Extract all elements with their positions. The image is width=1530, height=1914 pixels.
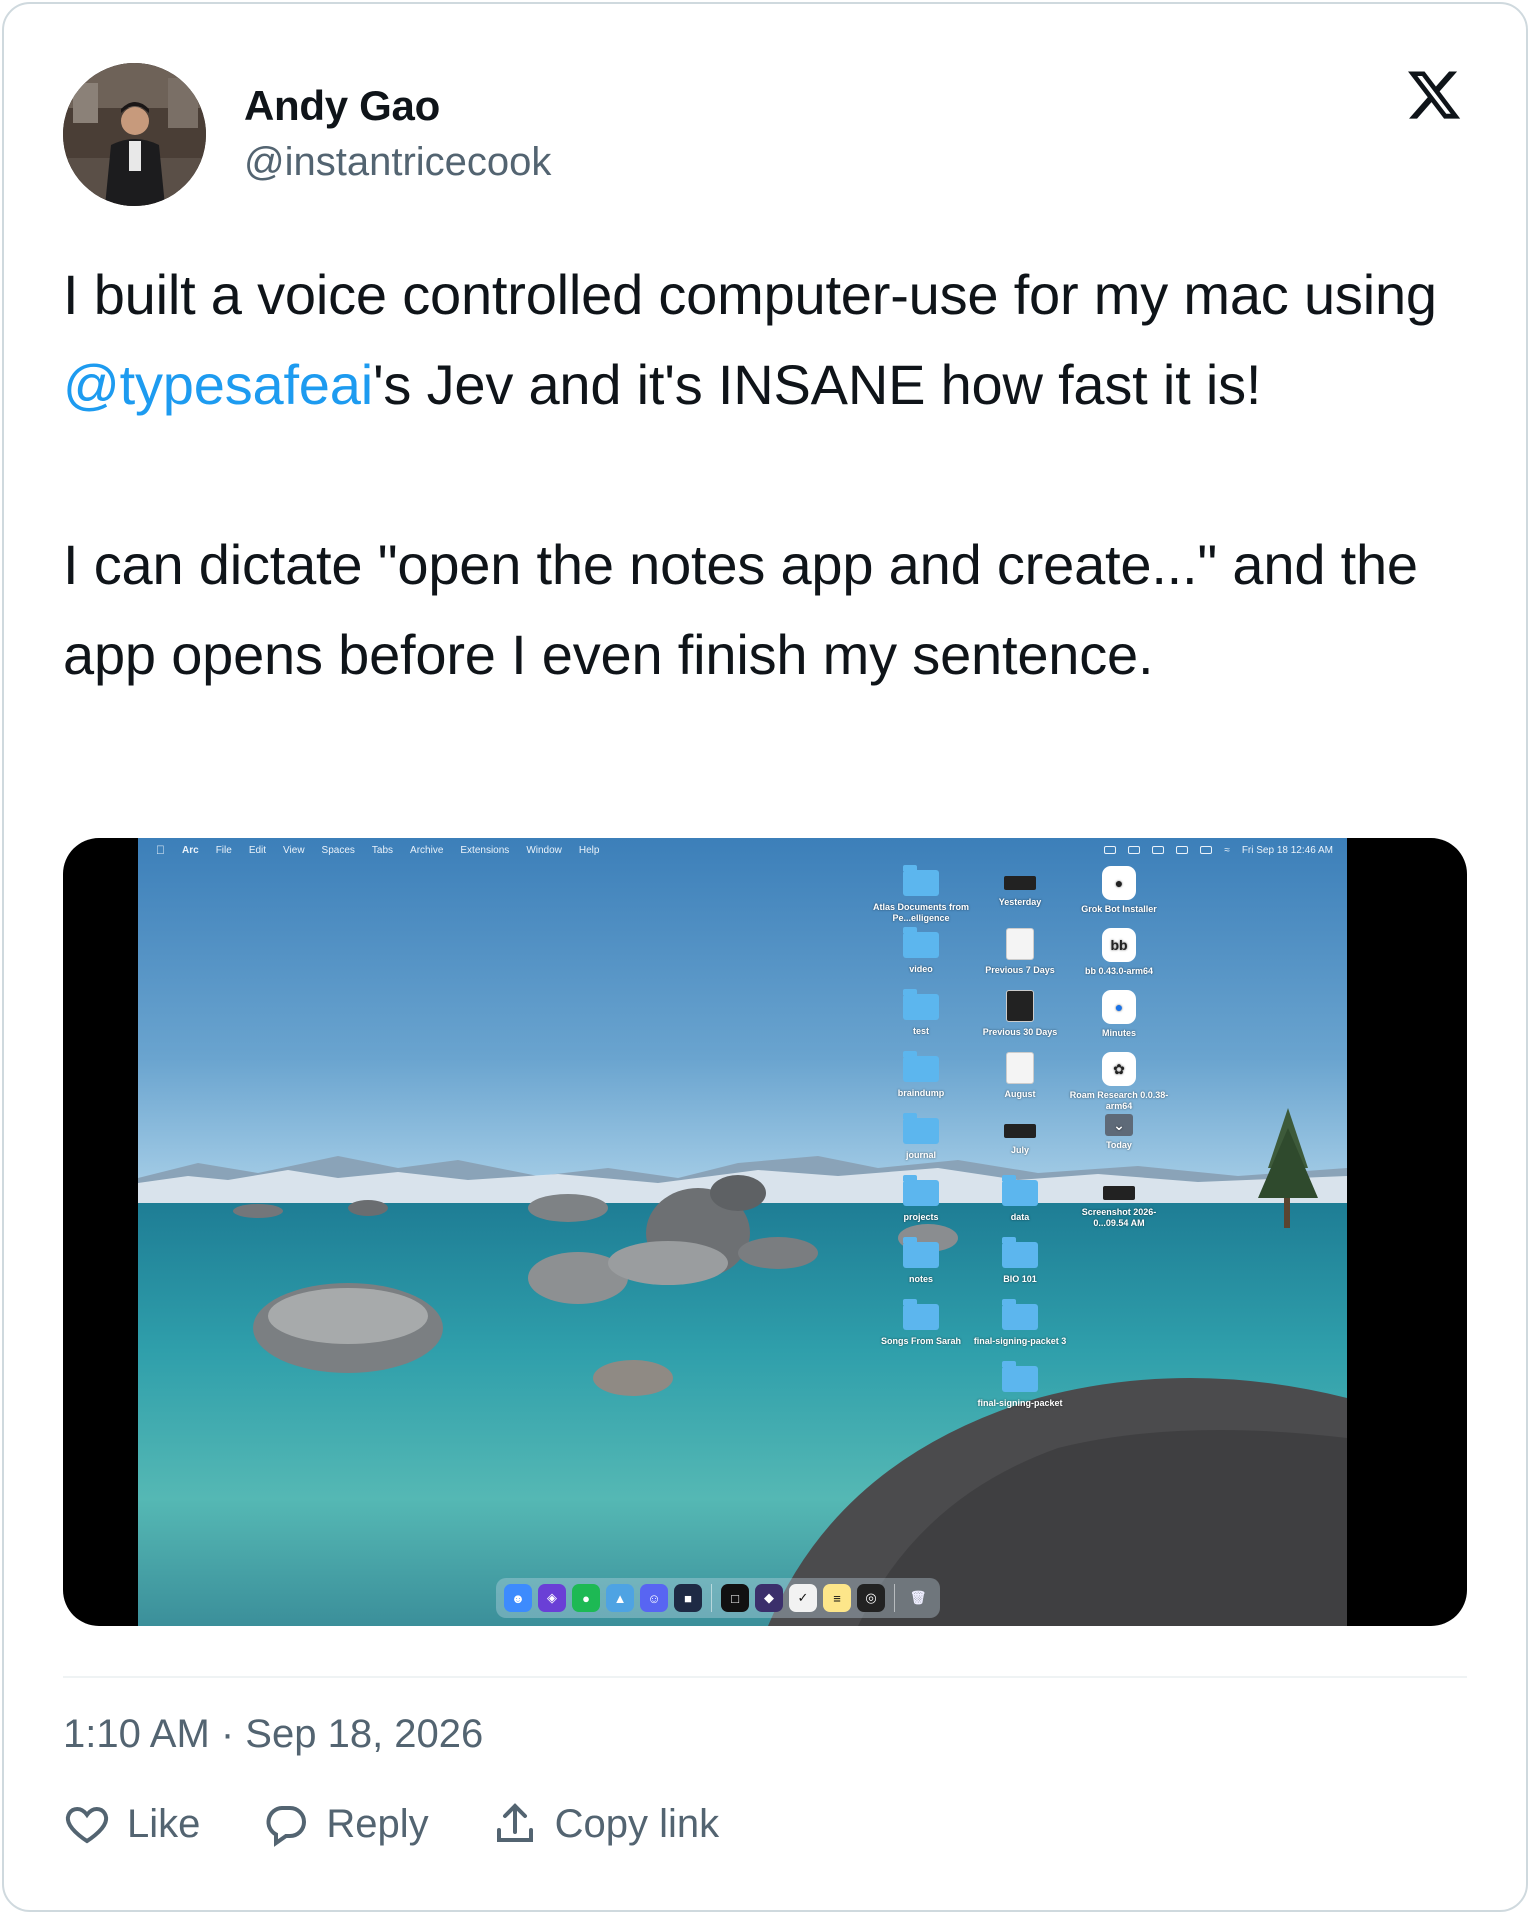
heart-icon <box>65 1806 109 1844</box>
menubar-item: Extensions <box>451 844 509 856</box>
minutes-icon: ● <box>1102 990 1136 1024</box>
menubar-item: Help <box>569 844 600 856</box>
menubar-item: Edit <box>239 844 266 856</box>
menubar-item: Spaces <box>312 844 355 856</box>
trash-icon: 🗑 <box>909 1590 927 1605</box>
desktop-file: Yesterday <box>970 866 1070 908</box>
desktop-screenshot:  Arc File Edit View Spaces Tabs Archive… <box>138 838 1347 1626</box>
desktop-file: Screenshot 2026-0...09.54 AM <box>1069 1176 1169 1229</box>
like-label: Like <box>127 1801 201 1846</box>
desktop-folder: Songs From Sarah <box>871 1299 971 1347</box>
bb-icon: bb <box>1102 928 1136 962</box>
author-handle[interactable]: @instantricecook <box>244 140 551 185</box>
desktop-folder: test <box>871 989 971 1037</box>
status-icon <box>1176 846 1189 854</box>
desktop-folder: journal <box>871 1113 971 1161</box>
desktop-file: August <box>970 1052 1070 1100</box>
menubar-item: View <box>274 844 305 856</box>
copy-link-button[interactable]: Copy link <box>491 1800 720 1848</box>
chevron-down-icon: ⌄ <box>1105 1114 1133 1136</box>
desktop-app: bb bb 0.43.0-arm64 <box>1069 928 1169 977</box>
wifi-icon: ≈ <box>1224 844 1230 856</box>
desktop-app: ⌄ Today <box>1069 1114 1169 1151</box>
reply-label: Reply <box>326 1801 429 1846</box>
desktop-folder: braindump <box>871 1051 971 1099</box>
action-bar: Like Reply Copy link <box>63 1800 781 1848</box>
desktop-folder: Atlas Documents from Pe...elligence <box>871 865 971 924</box>
tweet-timestamp[interactable]: 1:10 AM · Sep 18, 2026 <box>63 1712 483 1757</box>
tweet-paragraph-2: I can dictate "open the notes app and cr… <box>63 533 1418 686</box>
status-icon <box>1104 846 1117 854</box>
reply-icon <box>266 1806 307 1847</box>
roam-icon: ✿ <box>1102 1052 1136 1086</box>
tweet-media[interactable]:  Arc File Edit View Spaces Tabs Archive… <box>63 838 1467 1626</box>
menubar-item: Archive <box>401 844 443 856</box>
mac-dock: ☻ ◈ ● ▲ ☺ ■ □ ◆ ✓ ≡ ◎ 🗑 <box>496 1578 940 1618</box>
obsidian-icon: ◆ <box>755 1584 783 1612</box>
apple-icon:  <box>156 843 165 857</box>
status-icon <box>1128 846 1141 854</box>
tweet-text-part: I built a voice controlled computer-use … <box>63 263 1437 326</box>
desktop-folder: data <box>970 1175 1070 1223</box>
author-name[interactable]: Andy Gao <box>244 82 440 130</box>
finder-icon: ☻ <box>504 1584 532 1612</box>
avatar-photo <box>63 63 206 206</box>
desktop-app: ● Grok Bot Installer <box>1069 866 1169 915</box>
tweet-text-part: 's Jev and it's INSANE how fast it is! <box>372 353 1262 416</box>
desktop-file: Previous 30 Days <box>970 990 1070 1038</box>
menubar-item: Window <box>517 844 562 856</box>
desktop-folder: BIO 101 <box>970 1237 1070 1285</box>
notes-icon: ≡ <box>823 1584 851 1612</box>
tweet-paragraph-1: I built a voice controlled computer-use … <box>63 250 1463 430</box>
copy-link-label: Copy link <box>554 1801 720 1846</box>
tableplus-icon: ▲ <box>606 1584 634 1612</box>
cube-app-icon: □ <box>721 1584 749 1612</box>
arc-icon: ◈ <box>538 1584 566 1612</box>
menubar-status: ≈ Fri Sep 18 12:46 AM <box>1104 838 1333 862</box>
avatar[interactable] <box>63 63 206 206</box>
desktop-app: ✿ Roam Research 0.0.38-arm64 <box>1069 1052 1169 1112</box>
status-icon <box>1152 846 1165 854</box>
desktop-folder: final-signing-packet 3 <box>970 1299 1070 1347</box>
menubar-app-name: Arc <box>173 844 199 856</box>
menubar-clock: Fri Sep 18 12:46 AM <box>1241 844 1333 856</box>
obs-icon: ◎ <box>857 1584 885 1612</box>
discord-icon: ☺ <box>640 1584 668 1612</box>
like-button[interactable]: Like <box>63 1800 200 1848</box>
x-logo-icon[interactable] <box>1405 66 1463 124</box>
klack-icon: ✓ <box>789 1584 817 1612</box>
terminal-icon: ■ <box>674 1584 702 1612</box>
desktop-file: Previous 7 Days <box>970 928 1070 976</box>
desktop-app: ● Minutes <box>1069 990 1169 1039</box>
menubar-item: Tabs <box>362 844 393 856</box>
battery-icon <box>1200 846 1213 854</box>
reply-button[interactable]: Reply <box>262 1800 429 1848</box>
menubar-item: File <box>206 844 232 856</box>
desktop-folder: notes <box>871 1237 971 1285</box>
desktop-file: July <box>970 1114 1070 1156</box>
share-icon <box>496 1803 533 1842</box>
divider <box>63 1676 1467 1678</box>
desktop-folder: projects <box>871 1175 971 1223</box>
desktop-folder: video <box>871 927 971 975</box>
grok-icon: ● <box>1102 866 1136 900</box>
tweet-text: I built a voice controlled computer-use … <box>63 250 1463 700</box>
mention-link[interactable]: @typesafeai <box>63 353 373 416</box>
desktop-folder: final-signing-packet <box>970 1361 1070 1409</box>
spotify-icon: ● <box>572 1584 600 1612</box>
